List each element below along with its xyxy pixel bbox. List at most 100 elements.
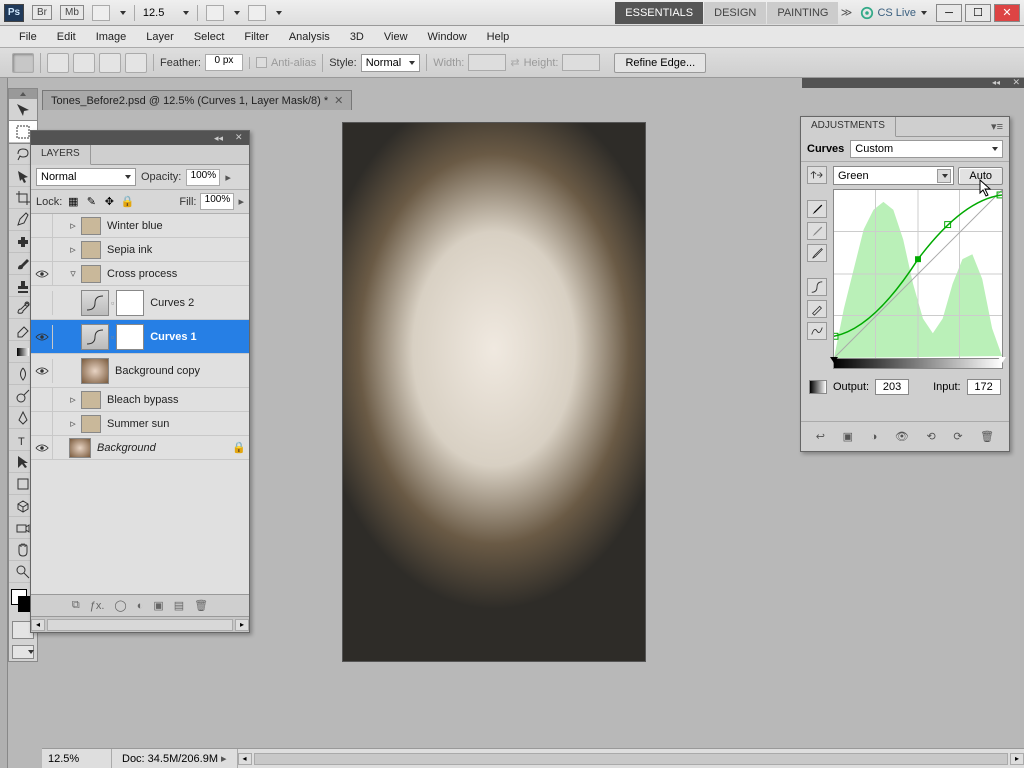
screen-mode-icon[interactable]: [248, 5, 266, 21]
menu-edit[interactable]: Edit: [48, 28, 85, 46]
sel-add-icon[interactable]: [73, 53, 95, 73]
visibility-toggle[interactable]: [31, 412, 53, 436]
sel-new-icon[interactable]: [47, 53, 69, 73]
lock-image-icon[interactable]: ✎: [84, 195, 98, 209]
visibility-toggle[interactable]: [31, 262, 53, 286]
targeted-adjust-icon[interactable]: [807, 166, 827, 184]
layer-row[interactable]: ▹Winter blue: [31, 214, 249, 238]
new-layer-icon[interactable]: ▤: [174, 599, 184, 612]
layer-name[interactable]: Curves 1: [146, 331, 249, 343]
layers-tab[interactable]: LAYERS: [31, 145, 91, 165]
layer-row[interactable]: ▹ Summer sun: [31, 412, 249, 436]
expand-icon[interactable]: ▹: [67, 417, 79, 430]
opacity-input[interactable]: 100%: [186, 169, 220, 186]
layer-row[interactable]: ▹ Sepia ink: [31, 238, 249, 262]
return-icon[interactable]: ↩: [816, 430, 825, 443]
expand-icon[interactable]: ▹: [67, 243, 79, 256]
group-icon[interactable]: ▣: [153, 599, 163, 612]
expand-icon[interactable]: ▹: [67, 219, 79, 232]
layer-name[interactable]: Background: [93, 442, 229, 454]
expand-icon[interactable]: ▹: [67, 393, 79, 406]
feather-input[interactable]: 0 px: [205, 54, 243, 71]
lock-transparent-icon[interactable]: ▦: [66, 195, 80, 209]
channel-dropdown-icon[interactable]: [937, 169, 951, 183]
tool-preset-icon[interactable]: [12, 53, 34, 73]
input-slider[interactable]: [833, 359, 1003, 369]
blend-mode-select[interactable]: Normal: [36, 168, 136, 186]
layer-row[interactable]: Background copy: [31, 354, 249, 388]
lock-all-icon[interactable]: 🔒: [120, 195, 134, 209]
hscroll-left-icon[interactable]: ◂: [238, 753, 252, 765]
move-tool[interactable]: [9, 99, 37, 121]
curve-mode-icon[interactable]: [807, 278, 827, 296]
layers-panel-header[interactable]: ◂◂✕: [31, 131, 249, 145]
fill-flyout-icon[interactable]: ▸: [238, 195, 244, 208]
workspace-essentials[interactable]: ESSENTIALS: [615, 2, 703, 24]
toggle-visibility-icon[interactable]: 👁: [895, 430, 909, 443]
window-close-button[interactable]: ✕: [994, 4, 1020, 22]
menu-layer[interactable]: Layer: [137, 28, 183, 46]
layer-row[interactable]: Background🔒: [31, 436, 249, 460]
menu-file[interactable]: File: [10, 28, 46, 46]
viewextras-icon[interactable]: [92, 5, 110, 21]
lock-position-icon[interactable]: ✥: [102, 195, 116, 209]
layer-row[interactable]: ▫Curves 2: [31, 286, 249, 320]
clip-layer-icon[interactable]: ◑: [871, 431, 878, 443]
adjustments-tab[interactable]: ADJUSTMENTS: [801, 117, 896, 137]
layer-name[interactable]: Background copy: [111, 365, 249, 377]
arrange-docs-icon[interactable]: [206, 5, 224, 21]
tools-collapse-icon[interactable]: [9, 89, 37, 99]
window-maximize-button[interactable]: ☐: [965, 4, 991, 22]
layer-row[interactable]: ▿ Cross process: [31, 262, 249, 286]
visibility-toggle[interactable]: [31, 325, 53, 349]
menu-select[interactable]: Select: [185, 28, 234, 46]
layer-row[interactable]: ▹Bleach bypass: [31, 388, 249, 412]
mask-icon[interactable]: ◯: [114, 599, 126, 612]
panel-menu-icon[interactable]: ▾≡: [985, 117, 1009, 136]
workspace-more-icon[interactable]: ≫: [839, 6, 853, 19]
layers-hscroll[interactable]: ◂▸: [31, 616, 249, 632]
reset-icon[interactable]: ⟳: [953, 430, 962, 443]
menu-3d[interactable]: 3D: [341, 28, 373, 46]
workspace-design[interactable]: DESIGN: [704, 2, 766, 24]
visibility-toggle[interactable]: [31, 291, 53, 315]
link-layers-icon[interactable]: ⧉: [72, 599, 80, 612]
hscroll-track[interactable]: [254, 753, 1008, 765]
menu-window[interactable]: Window: [419, 28, 476, 46]
trash-icon[interactable]: 🗑: [194, 599, 208, 612]
expand-view-icon[interactable]: ▣: [843, 430, 853, 443]
hscroll-right-icon[interactable]: ▸: [1010, 753, 1024, 765]
minibridge-badge[interactable]: Mb: [60, 5, 84, 20]
document-tab[interactable]: Tones_Before2.psd @ 12.5% (Curves 1, Lay…: [42, 90, 352, 110]
layer-list[interactable]: ▹Winter blue▹Sepia ink▿Cross process▫Cur…: [31, 214, 249, 594]
visibility-toggle[interactable]: [31, 359, 53, 383]
layer-name[interactable]: Cross process: [103, 268, 249, 280]
visibility-toggle[interactable]: [31, 436, 53, 460]
channel-select[interactable]: Green: [833, 166, 954, 185]
sel-sub-icon[interactable]: [99, 53, 121, 73]
fx-icon[interactable]: ƒx.: [90, 600, 105, 612]
opacity-flyout-icon[interactable]: ▸: [225, 171, 231, 184]
menu-filter[interactable]: Filter: [235, 28, 277, 46]
expand-icon[interactable]: ▿: [67, 267, 79, 280]
input-input[interactable]: [967, 379, 1001, 395]
workspace-painting[interactable]: PAINTING: [767, 2, 838, 24]
fill-input[interactable]: 100%: [200, 193, 234, 210]
menu-image[interactable]: Image: [87, 28, 136, 46]
visibility-toggle[interactable]: [31, 238, 53, 262]
adjustment-icon[interactable]: ◐: [137, 600, 144, 612]
layer-row[interactable]: ▫Curves 1: [31, 320, 249, 354]
window-minimize-button[interactable]: ─: [936, 4, 962, 22]
sample-white-icon[interactable]: [807, 244, 827, 262]
status-docsize[interactable]: Doc: 34.5M/206.9M▸: [112, 749, 238, 768]
curves-preset-select[interactable]: Custom: [850, 140, 1003, 158]
layer-name[interactable]: Summer sun: [103, 418, 249, 430]
output-input[interactable]: [875, 379, 909, 395]
previous-state-icon[interactable]: ⟲: [926, 430, 935, 443]
visibility-toggle[interactable]: [31, 214, 53, 238]
layer-name[interactable]: Sepia ink: [103, 244, 249, 256]
document-tab-close-icon[interactable]: ✕: [334, 94, 343, 107]
menu-help[interactable]: Help: [478, 28, 519, 46]
cslive-button[interactable]: CS Live: [860, 6, 927, 20]
bridge-badge[interactable]: Br: [32, 5, 52, 20]
